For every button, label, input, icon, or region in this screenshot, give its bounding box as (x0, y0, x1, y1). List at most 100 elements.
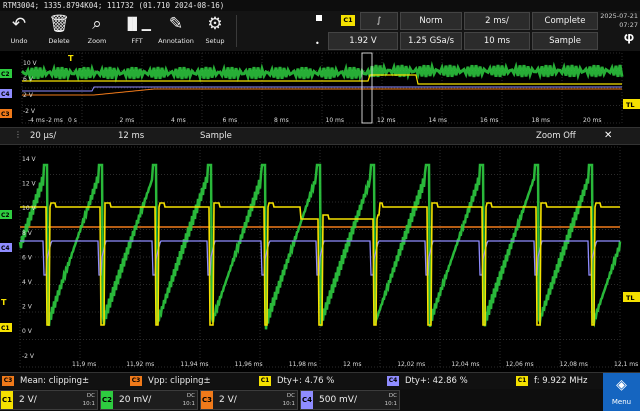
main-x-label: 12 ms (343, 361, 362, 368)
overview-channel-marker-label: C2 (1, 71, 10, 78)
overview-y-label: 10 V (23, 60, 38, 67)
fft-button[interactable]: ▐▌▁ FFT (118, 11, 156, 51)
record-length[interactable]: 10 ms (464, 32, 530, 50)
zoom-off-button[interactable]: Zoom Off (536, 128, 576, 144)
overview-x-label: 20 ms (583, 117, 602, 124)
delete-label: Delete (48, 37, 70, 45)
trigger-level[interactable]: 1.92 V (328, 32, 398, 50)
zoom-icon: ⌕ (92, 14, 102, 34)
overview-x-label: 4 ms (171, 117, 186, 124)
overview-plot[interactable]: 10 V 6 V 2 V -2 V 0 s 2 ms 4 ms 6 ms 8 ms 10 ms 12… (0, 51, 640, 127)
overview-y-label: 2 V (23, 92, 34, 99)
undo-button[interactable]: ↶ Undo (0, 11, 38, 51)
measure-1[interactable]: Mean: clipping± (20, 373, 89, 389)
clock-time: 07:27 (619, 21, 638, 29)
channel-1-tag: C1 (1, 391, 13, 409)
undo-label: Undo (10, 37, 28, 45)
measure-5-badge: C1 (516, 376, 528, 386)
main-channel-marker-label: C4 (1, 245, 10, 252)
annotation-label: Annotation (158, 37, 194, 45)
overview-y-label: -2 V (23, 108, 36, 115)
close-zoom-icon[interactable]: ✕ (604, 130, 612, 141)
measure-5[interactable]: f: 9.922 MHz (534, 373, 587, 389)
setup-label: Setup (205, 37, 225, 45)
zoom-bar: 20 µs/ 12 ms Sample Zoom Off ✕ ⋮ (0, 127, 640, 145)
fft-label: FFT (131, 37, 143, 45)
channel-2[interactable]: C2 20 mV/ DC 10:1 (100, 390, 198, 410)
main-x-label: 11,98 ms (289, 361, 317, 368)
overview-tl-label: TL (626, 101, 635, 109)
zoom-position[interactable]: 12 ms (118, 128, 144, 144)
zoom-timebase[interactable]: 20 µs/ (30, 128, 56, 144)
clock-date: 2025-07-21 (600, 12, 638, 20)
channel-3[interactable]: C3 2 V/ DC 10:1 (200, 390, 298, 410)
main-y-label: 6 V (22, 254, 33, 261)
main-x-label: 12,06 ms (506, 361, 534, 368)
measure-2[interactable]: Vpp: clipping± (148, 373, 211, 389)
overview-x-label: -2 ms (46, 117, 63, 124)
bluetooth-icon[interactable]: 𝛗 (622, 30, 636, 46)
channel-1[interactable]: C1 2 V/ DC 10:1 (0, 390, 98, 410)
measure-3[interactable]: Dty+: 4.76 % (277, 373, 334, 389)
collapse-chevron-icon[interactable]: • (315, 39, 320, 48)
annotation-button[interactable]: ✎ Annotation (157, 11, 195, 51)
timebase-value[interactable]: 2 ms/ (464, 12, 530, 30)
delete-button[interactable]: 🗑 Delete (40, 11, 78, 51)
menu-button[interactable]: ◈ Menu (603, 373, 640, 411)
overview-trace-c2 (20, 61, 624, 83)
expand-square-icon[interactable] (316, 15, 322, 21)
measure-3-badge: C1 (259, 376, 271, 386)
main-plot[interactable]: 14 V12 V10 V8 V6 V4 V2 V0 V-2 V-4 V11,9 … (0, 145, 640, 384)
overview-channel-marker-label: C3 (1, 111, 10, 118)
channel-1-coupling: DC 10:1 (82, 393, 95, 407)
overview-x-label: 6 ms (223, 117, 238, 124)
measure-4-badge: C4 (387, 376, 399, 386)
channel-2-scale: 20 mV/ (119, 395, 152, 405)
trigger-source-badge[interactable]: C1 (341, 15, 355, 26)
measure-1-badge: C3 (2, 376, 14, 386)
main-y-label: 8 V (22, 230, 33, 237)
overview-y-label: 6 V (23, 76, 34, 83)
acquisition-state[interactable]: Complete (532, 12, 598, 30)
overview-x-label: 10 ms (326, 117, 345, 124)
overview-waveform[interactable]: 10 V 6 V 2 V -2 V 0 s 2 ms 4 ms 6 ms 8 ms 10 ms 12… (0, 51, 640, 127)
main-x-label: 12,1 ms (614, 361, 638, 368)
overview-x-label: -4 ms (28, 117, 45, 124)
overview-x-label: 12 ms (377, 117, 396, 124)
acquisition-mode[interactable]: Sample (532, 32, 598, 50)
overview-x-label: 14 ms (429, 117, 448, 124)
main-channel-marker-label: C1 (1, 325, 10, 332)
gear-icon: ⚙ (207, 14, 223, 34)
clock: 2025-07-21 07:27 (600, 12, 640, 30)
measure-4[interactable]: Dty+: 42.86 % (405, 373, 468, 389)
sample-rate[interactable]: 1.25 GSa/s (400, 32, 462, 50)
main-tl-label: TL (626, 294, 635, 302)
overview-x-label: 2 ms (120, 117, 135, 124)
trigger-slope[interactable]: ∫ (360, 12, 398, 30)
trash-icon: 🗑 (48, 14, 70, 34)
trigger-mode[interactable]: Norm (400, 12, 462, 30)
main-y-label: 0 V (22, 328, 33, 335)
main-x-label: 11,9 ms (72, 361, 96, 368)
zoom-acq-mode: Sample (200, 131, 232, 141)
channel-2-tag: C2 (101, 391, 113, 409)
channel-3-tag: C3 (201, 391, 213, 409)
main-x-label: 12,08 ms (560, 361, 588, 368)
main-x-label: 12,02 ms (397, 361, 425, 368)
measure-2-badge: C3 (130, 376, 142, 386)
overview-channel-marker-label: C4 (1, 91, 10, 98)
channel-2-coupling: DC 10:1 (182, 393, 195, 407)
measurement-bar: C3 Mean: clipping± C3 Vpp: clipping± C1 … (0, 372, 640, 389)
channel-bar: C1 2 V/ DC 10:1 C2 20 mV/ DC 10:1 C3 2 V/ … (0, 389, 640, 411)
channel-4[interactable]: C4 500 mV/ DC 10:1 (300, 390, 400, 410)
main-x-label: 11,92 ms (126, 361, 154, 368)
main-y-label: 4 V (22, 279, 33, 286)
zoom-waveform[interactable]: 14 V12 V10 V8 V6 V4 V2 V0 V-2 V-4 V11,9 … (0, 145, 640, 384)
overview-x-label: 8 ms (274, 117, 289, 124)
zoom-button[interactable]: ⌕ Zoom (78, 11, 116, 51)
setup-button[interactable]: ⚙ Setup (196, 11, 234, 51)
overview-x-label: 0 s (68, 117, 77, 124)
overview-trigger-marker: T (68, 54, 74, 63)
undo-icon: ↶ (11, 14, 27, 34)
pencil-icon: ✎ (168, 14, 184, 34)
